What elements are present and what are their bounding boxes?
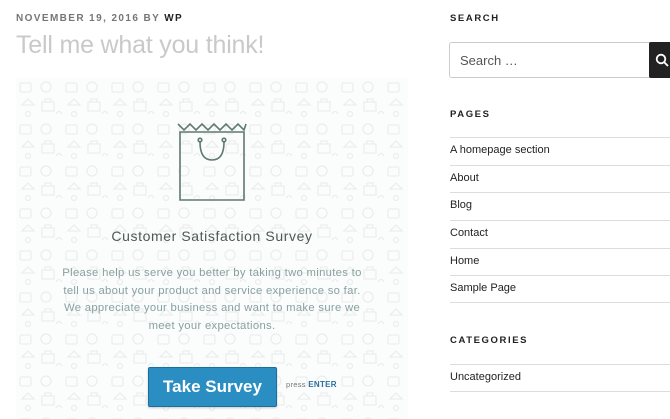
category-link-uncategorized[interactable]: Uncategorized xyxy=(450,364,670,392)
survey-title: Customer Satisfaction Survey xyxy=(111,228,313,244)
search-icon xyxy=(655,53,669,67)
page-link-about[interactable]: About xyxy=(450,164,670,193)
post-title: Tell me what you think! xyxy=(16,31,265,59)
survey-card: Customer Satisfaction Survey Please help… xyxy=(16,78,408,419)
post-author[interactable]: wp xyxy=(164,13,183,24)
categories-widget-title: Categories xyxy=(450,335,529,346)
search-widget-title: Search xyxy=(450,13,500,24)
pages-list: A homepage section About Blog Contact Ho… xyxy=(450,137,670,304)
survey-description: Please help us serve you better by takin… xyxy=(62,267,362,332)
page-link-home[interactable]: Home xyxy=(450,247,670,276)
press-enter-hint: press ENTER xyxy=(286,380,337,389)
post-by: by xyxy=(143,13,160,24)
search-button[interactable] xyxy=(649,42,670,78)
categories-list: Uncategorized xyxy=(450,364,670,392)
page-link-blog[interactable]: Blog xyxy=(450,192,670,220)
page-link-homepage-section[interactable]: A homepage section xyxy=(450,137,670,165)
page-link-sample-page[interactable]: Sample Page xyxy=(450,275,670,304)
search-input[interactable]: Search … xyxy=(449,42,670,78)
pages-widget-title: Pages xyxy=(450,109,491,120)
page-link-contact[interactable]: Contact xyxy=(450,220,670,248)
press-label: press xyxy=(286,380,306,389)
post-meta: November 19, 2016 by wp xyxy=(16,13,183,24)
post-date[interactable]: November 19, 2016 xyxy=(16,13,139,24)
shopping-bag-icon xyxy=(177,122,247,201)
take-survey-button[interactable]: Take Survey xyxy=(148,367,277,407)
enter-key-label: ENTER xyxy=(308,380,337,389)
